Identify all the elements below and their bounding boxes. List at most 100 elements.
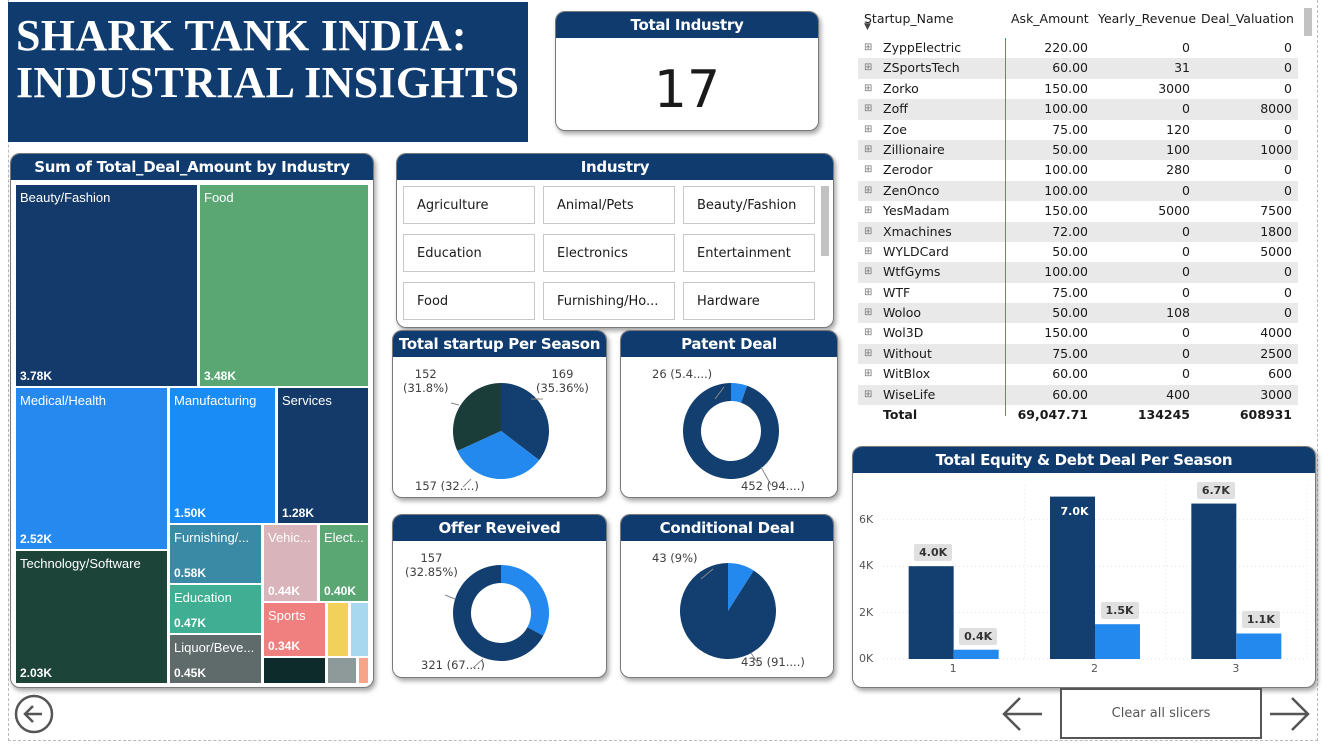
circle-arrow-left-icon[interactable] xyxy=(14,694,54,734)
table-row[interactable]: ⊞ ZSportsTech 60.00 31 0 xyxy=(858,58,1298,79)
table-scrollbar[interactable] xyxy=(1304,8,1312,416)
treemap-cell[interactable]: Food 3.48K xyxy=(199,184,369,387)
plus-box-icon[interactable]: ⊞ xyxy=(864,181,872,201)
table-row[interactable]: ⊞ WTF 75.00 0 0 xyxy=(858,283,1298,303)
treemap-cell-small[interactable] xyxy=(327,602,349,657)
arrow-right-icon[interactable] xyxy=(1268,694,1312,734)
treemap-cell[interactable]: Liquor/Beve... 0.45K xyxy=(169,634,262,684)
offer-donut-slice[interactable] xyxy=(501,565,549,636)
table-row[interactable]: ⊞ WtfGyms 100.00 0 0 xyxy=(858,262,1298,283)
bar[interactable] xyxy=(1236,633,1282,659)
table-row[interactable]: ⊞ WYLDCard 50.00 0 5000 xyxy=(858,242,1298,262)
industry-option[interactable]: Animal/Pets xyxy=(543,186,675,224)
table-cell: 7500 xyxy=(1260,203,1292,219)
treemap-cell[interactable]: Manufacturing 1.50K xyxy=(169,387,276,524)
plus-box-icon[interactable]: ⊞ xyxy=(864,303,872,323)
treemap-cell[interactable]: Education 0.47K xyxy=(169,584,262,634)
plus-box-icon[interactable]: ⊞ xyxy=(864,242,872,262)
table-row[interactable]: ⊞ Without 75.00 0 2500 xyxy=(858,343,1298,365)
table-scroll-thumb[interactable] xyxy=(1304,8,1312,36)
table-cell: 0 xyxy=(1284,121,1292,137)
industry-option[interactable]: Furnishing/Ho... xyxy=(543,282,675,320)
table-row[interactable]: ⊞ ZyppElectric 220.00 0 0 xyxy=(858,38,1298,58)
header-deal-valuation[interactable]: Deal_Valuation xyxy=(1201,11,1294,26)
treemap-cell-small[interactable] xyxy=(350,602,369,657)
table-row[interactable]: ⊞ Wol3D 150.00 0 4000 xyxy=(858,323,1298,343)
plus-box-icon[interactable]: ⊞ xyxy=(864,140,872,160)
bar[interactable] xyxy=(908,566,954,659)
treemap-cell-small[interactable] xyxy=(263,657,326,684)
treemap-cell[interactable]: Sports 0.34K xyxy=(263,602,326,657)
treemap-cell-small[interactable] xyxy=(358,657,369,684)
patent-donut-slice[interactable] xyxy=(683,383,779,479)
patent-donut-title: Patent Deal xyxy=(621,331,837,357)
plus-box-icon[interactable]: ⊞ xyxy=(864,364,872,384)
header-ask-amount[interactable]: Ask_Amount xyxy=(1011,11,1089,26)
industry-option[interactable]: Agriculture xyxy=(403,186,535,224)
treemap-cell-label: Food xyxy=(204,190,234,205)
treemap-cell[interactable]: Beauty/Fashion 3.78K xyxy=(15,184,198,387)
table-row[interactable]: ⊞ Zoe 75.00 120 0 xyxy=(858,120,1298,140)
industry-option[interactable]: Beauty/Fashion xyxy=(683,186,815,224)
table-row[interactable]: ⊞ Xmachines 72.00 0 1800 xyxy=(858,221,1298,242)
industry-option[interactable]: Electronics xyxy=(543,234,675,272)
plus-box-icon[interactable]: ⊞ xyxy=(864,120,872,140)
plus-box-icon[interactable]: ⊞ xyxy=(864,160,872,180)
plus-box-icon[interactable]: ⊞ xyxy=(864,283,872,303)
treemap-cell[interactable]: Services 1.28K xyxy=(277,387,369,524)
plus-box-icon[interactable]: ⊞ xyxy=(864,385,872,405)
industry-option[interactable]: Hardware xyxy=(683,282,815,320)
table-cell: 0 xyxy=(1284,284,1292,300)
table-row[interactable]: ⊞ WiseLife 60.00 400 3000 xyxy=(858,384,1298,406)
industry-option[interactable]: Education xyxy=(403,234,535,272)
slicer-scroll-thumb[interactable] xyxy=(821,186,829,256)
table-row[interactable]: ⊞ Zillionaire 50.00 100 1000 xyxy=(858,139,1298,161)
table-cell: ZSportsTech xyxy=(883,60,960,76)
treemap-cell-label: Education xyxy=(174,590,232,605)
bar-data-label: 6.7K xyxy=(1196,481,1235,499)
treemap-cell-value: 1.28K xyxy=(282,506,315,520)
table-cell: 31 xyxy=(1174,60,1190,76)
clear-all-slicers-button[interactable]: Clear all slicers xyxy=(1060,688,1262,739)
industry-option[interactable]: Food xyxy=(403,282,535,320)
table-row[interactable]: ⊞ Zorko 150.00 3000 0 xyxy=(858,79,1298,99)
arrow-left-icon[interactable] xyxy=(1000,694,1044,734)
table-row[interactable]: ⊞ YesMadam 150.00 5000 7500 xyxy=(858,201,1298,221)
table-row[interactable]: ⊞ WitBlox 60.00 0 600 xyxy=(858,364,1298,384)
table-row[interactable]: ⊞ Zoff 100.00 0 8000 xyxy=(858,99,1298,120)
plus-box-icon[interactable]: ⊞ xyxy=(864,222,872,242)
treemap-cell-small[interactable] xyxy=(327,657,357,684)
sort-desc-icon[interactable]: ▼ xyxy=(864,22,871,32)
industry-option[interactable]: Entertainment xyxy=(683,234,815,272)
bar[interactable] xyxy=(953,649,999,659)
header-yearly-revenue[interactable]: Yearly_Revenue xyxy=(1098,11,1196,26)
table-row[interactable]: ⊞ ZenOnco 100.00 0 0 xyxy=(858,180,1298,202)
table-row[interactable]: ⊞ Zerodor 100.00 280 0 xyxy=(858,160,1298,180)
plus-box-icon[interactable]: ⊞ xyxy=(864,262,872,282)
plus-box-icon[interactable]: ⊞ xyxy=(864,201,872,221)
plus-box-icon[interactable]: ⊞ xyxy=(864,58,872,78)
slicer-scrollbar[interactable] xyxy=(821,186,829,256)
header-startup-name[interactable]: Startup_Name xyxy=(864,11,954,26)
plus-box-icon[interactable]: ⊞ xyxy=(864,344,872,364)
industry-slicer-title: Industry xyxy=(397,154,833,180)
table-row[interactable]: ⊞ Woloo 50.00 108 0 xyxy=(858,303,1298,324)
conditional-pie-slice[interactable] xyxy=(680,563,776,659)
treemap-cell-label: Liquor/Beve... xyxy=(174,640,255,655)
bar[interactable] xyxy=(1050,496,1095,659)
bar[interactable] xyxy=(1191,503,1237,659)
bar[interactable] xyxy=(1095,624,1140,659)
kpi-card-total-industry[interactable]: Total Industry 17 xyxy=(555,11,819,131)
treemap-cell[interactable]: Technology/Software 2.03K xyxy=(15,550,168,684)
table-cell: WitBlox xyxy=(883,366,931,382)
plus-box-icon[interactable]: ⊞ xyxy=(864,99,872,119)
treemap-cell[interactable]: Furnishing/... 0.58K xyxy=(169,524,262,584)
plus-box-icon[interactable]: ⊞ xyxy=(864,323,872,343)
plus-box-icon[interactable]: ⊞ xyxy=(864,38,872,58)
treemap-cell[interactable]: Elect... 0.40K xyxy=(319,524,369,602)
table-cell: 50.00 xyxy=(1052,141,1088,157)
table-cell: WtfGyms xyxy=(883,264,941,280)
plus-box-icon[interactable]: ⊞ xyxy=(864,79,872,99)
treemap-cell[interactable]: Vehic... 0.44K xyxy=(263,524,318,602)
treemap-cell[interactable]: Medical/Health 2.52K xyxy=(15,387,168,550)
